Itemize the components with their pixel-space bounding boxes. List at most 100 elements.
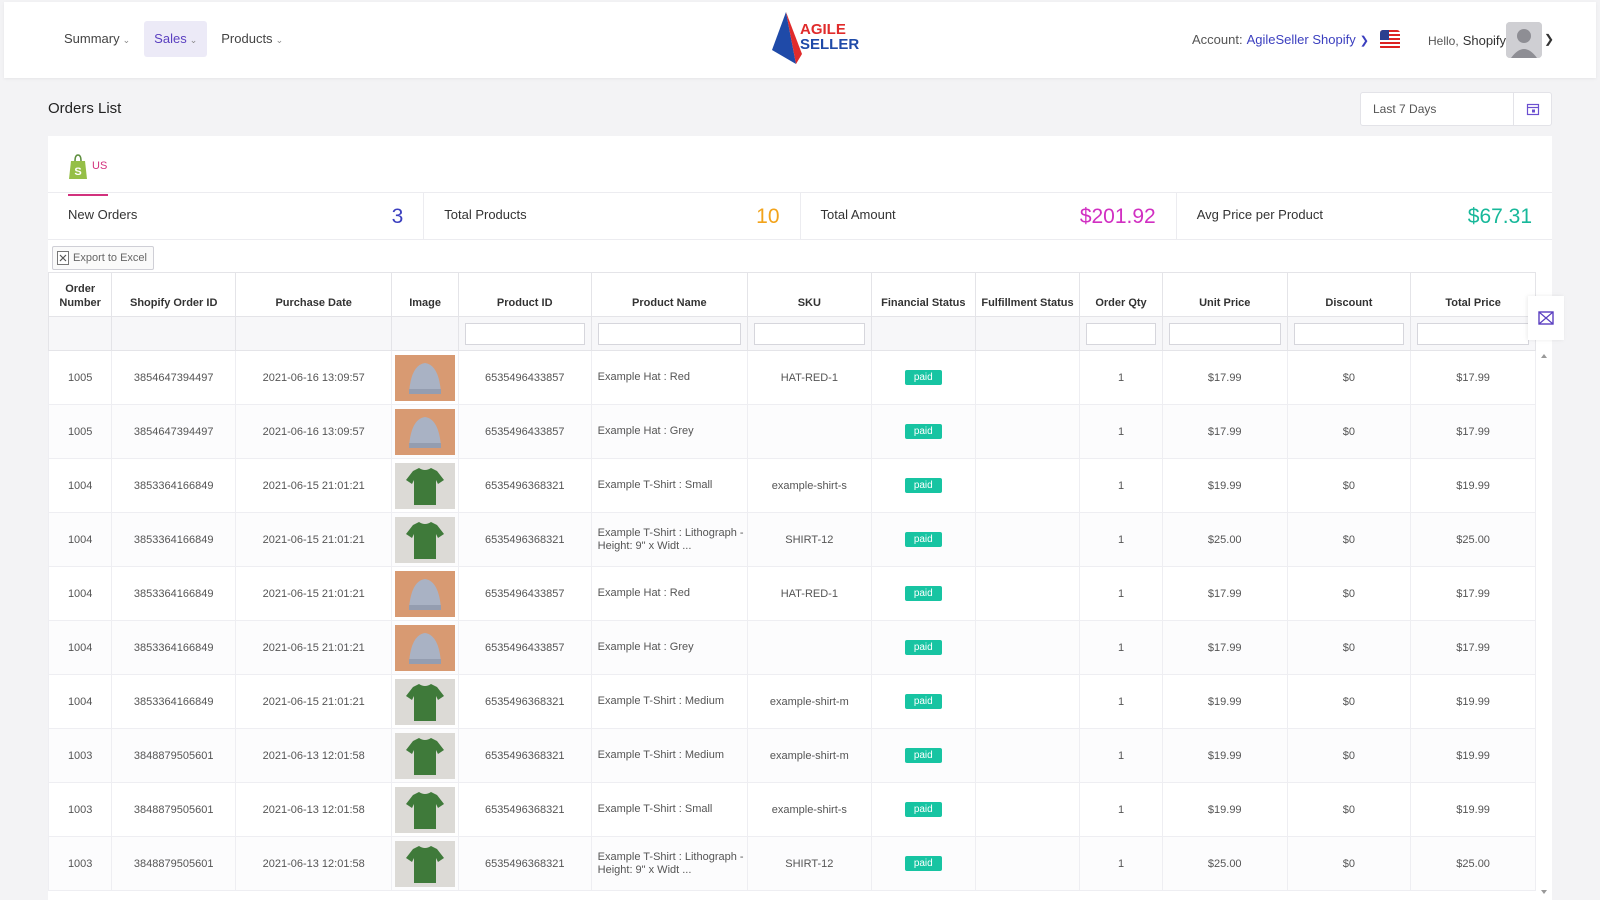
filter-cell-empty [391, 316, 459, 351]
col-financial-status[interactable]: Financial Status [870, 272, 976, 317]
order-number-cell: 1004 [47, 566, 113, 621]
table-row[interactable]: 1004 3853364166849 2021-06-15 21:01:21 6535… [47, 512, 1536, 567]
logo-text: AGILE SELLER [800, 22, 859, 52]
discount-cell: $0 [1286, 566, 1412, 621]
us-flag-icon[interactable] [1380, 30, 1400, 50]
table-row[interactable]: 1004 3853364166849 2021-06-15 21:01:21 6535… [47, 620, 1536, 675]
order-qty-cell: 1 [1079, 566, 1163, 621]
total-price-cell: $17.99 [1410, 620, 1536, 675]
filter-product-id-input[interactable] [464, 322, 585, 345]
table-row[interactable]: 1004 3853364166849 2021-06-15 21:01:21 6535… [47, 458, 1536, 513]
stat-value: 10 [756, 205, 780, 228]
col-product-name[interactable]: Product Name [590, 272, 749, 317]
filter-cell [1286, 316, 1412, 351]
filter-cell-empty [111, 316, 237, 351]
col-product-id[interactable]: Product ID [457, 272, 592, 317]
product-image-cell [391, 512, 459, 567]
col-order-number[interactable]: Order Number [47, 272, 113, 317]
table-scrollbar[interactable] [1538, 350, 1550, 900]
nav-sales[interactable]: Sales ⌄ [144, 21, 208, 57]
order-qty-cell: 1 [1079, 836, 1163, 891]
order-number-cell: 1004 [47, 674, 113, 729]
filter-sku-input[interactable] [754, 322, 865, 345]
col-total-price[interactable]: Total Price [1410, 272, 1536, 317]
product-name-cell: Example T-Shirt : Small [590, 458, 749, 513]
filter-unit-price-input[interactable] [1168, 322, 1281, 345]
table-row[interactable]: 1003 3848879505601 2021-06-13 12:01:58 6535… [47, 836, 1536, 891]
table-row[interactable]: 1005 3854647394497 2021-06-16 13:09:57 6535… [47, 404, 1536, 459]
fulfillment-status-cell [974, 404, 1081, 459]
total-price-cell: $17.99 [1410, 566, 1536, 621]
col-discount[interactable]: Discount [1286, 272, 1412, 317]
product-name-cell: Example Hat : Grey [590, 620, 749, 675]
account-selector[interactable]: Account: AgileSeller Shopify ❯ [1192, 32, 1369, 47]
agile-seller-logo[interactable]: AGILE SELLER [764, 10, 859, 70]
nav-products[interactable]: Products ⌄ [211, 21, 293, 57]
stat-label: Total Amount [820, 207, 896, 222]
shopify-order-id-cell: 3853364166849 [111, 512, 237, 567]
col-order-qty[interactable]: Order Qty [1079, 272, 1163, 317]
sku-cell: example-shirt-s [747, 458, 872, 513]
shopify-bag-icon: S [69, 154, 87, 179]
filter-total-price-input[interactable] [1417, 322, 1529, 345]
total-price-cell: $19.99 [1410, 728, 1536, 783]
tshirt-thumbnail [395, 840, 456, 887]
nav-summary-label: Summary [64, 31, 120, 46]
product-name-cell: Example Hat : Red [590, 350, 749, 405]
filter-cell [590, 316, 749, 351]
contact-button[interactable] [1528, 296, 1564, 340]
export-to-excel-button[interactable]: Export to Excel [52, 246, 154, 270]
status-badge: paid [904, 586, 942, 601]
mail-icon [1538, 311, 1554, 325]
discount-cell: $0 [1286, 836, 1412, 891]
order-qty-cell: 1 [1079, 728, 1163, 783]
product-name-cell: Example T-Shirt : Small [590, 782, 749, 837]
order-number-cell: 1005 [47, 350, 113, 405]
purchase-date-cell: 2021-06-15 21:01:21 [235, 674, 393, 729]
stat-total-amount: Total Amount $201.92 [801, 193, 1177, 239]
table-row[interactable]: 1004 3853364166849 2021-06-15 21:01:21 6535… [47, 674, 1536, 729]
table-row[interactable]: 1003 3848879505601 2021-06-13 12:01:58 6535… [47, 782, 1536, 837]
sku-cell: HAT-RED-1 [747, 566, 872, 621]
col-shopify-order-id[interactable]: Shopify Order ID [111, 272, 237, 317]
filter-discount-input[interactable] [1293, 322, 1405, 345]
nav-sales-label: Sales [154, 31, 187, 46]
date-range-picker[interactable]: Last 7 Days [1360, 92, 1552, 126]
shopify-order-id-cell: 3848879505601 [111, 782, 237, 837]
product-id-cell: 6535496368321 [457, 512, 592, 567]
order-qty-cell: 1 [1079, 458, 1163, 513]
avatar[interactable] [1506, 22, 1542, 58]
discount-cell: $0 [1286, 728, 1412, 783]
discount-cell: $0 [1286, 350, 1412, 405]
col-sku[interactable]: SKU [747, 272, 872, 317]
filter-product-name-input[interactable] [597, 322, 741, 345]
table-row[interactable]: 1004 3853364166849 2021-06-15 21:01:21 6535… [47, 566, 1536, 621]
fulfillment-status-cell [974, 512, 1081, 567]
unit-price-cell: $19.99 [1161, 782, 1288, 837]
tshirt-thumbnail [395, 678, 456, 725]
stats-bar: New Orders 3 Total Products 10 Total Amo… [48, 192, 1552, 240]
table-row[interactable]: 1005 3854647394497 2021-06-16 13:09:57 6535… [47, 350, 1536, 405]
col-purchase-date[interactable]: Purchase Date [235, 272, 393, 317]
hat-thumbnail [395, 570, 456, 617]
filter-cell [1079, 316, 1163, 351]
product-name-cell: Example Hat : Grey [590, 404, 749, 459]
calendar-button[interactable] [1513, 93, 1551, 125]
financial-status-cell: paid [870, 566, 976, 621]
chevron-down-icon: ❯ [1359, 35, 1369, 47]
col-fulfillment-status[interactable]: Fulfillment Status [974, 272, 1081, 317]
purchase-date-cell: 2021-06-16 13:09:57 [235, 404, 393, 459]
financial-status-cell: paid [870, 782, 976, 837]
status-badge: paid [904, 532, 942, 547]
discount-cell: $0 [1286, 458, 1412, 513]
filter-order-qty-input[interactable] [1086, 322, 1156, 345]
nav-summary[interactable]: Summary ⌄ [54, 21, 140, 57]
calendar-icon [1526, 103, 1539, 116]
col-unit-price[interactable]: Unit Price [1161, 272, 1288, 317]
user-menu-chevron-icon[interactable]: ❯ [1544, 32, 1554, 46]
table-row[interactable]: 1003 3848879505601 2021-06-13 12:01:58 6535… [47, 728, 1536, 783]
tab-us[interactable]: S US [68, 144, 108, 196]
product-id-cell: 6535496433857 [457, 620, 592, 675]
unit-price-cell: $19.99 [1161, 458, 1288, 513]
top-bar: Summary ⌄ Sales ⌄ Products ⌄ AGILE SELLER A… [4, 2, 1596, 78]
